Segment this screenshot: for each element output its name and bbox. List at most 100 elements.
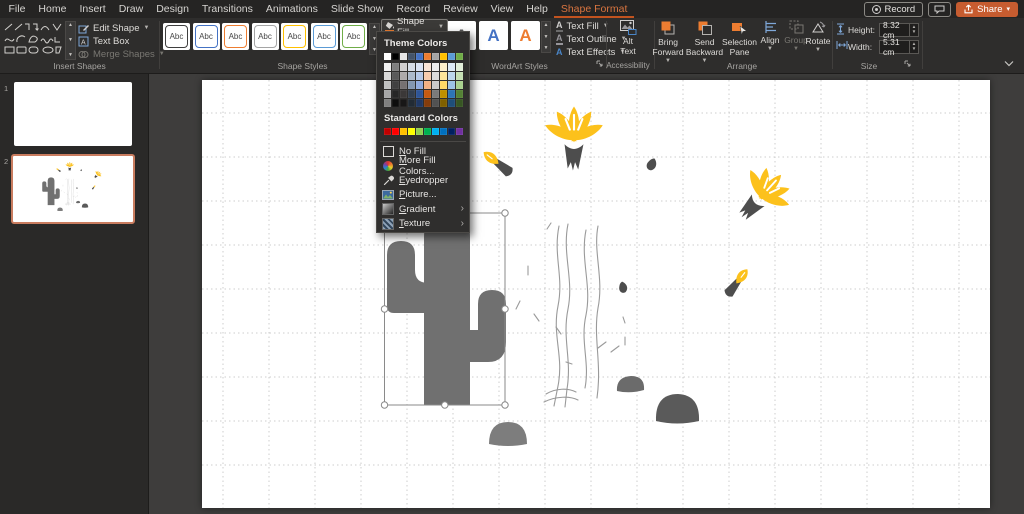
theme-tint-swatch[interactable]	[416, 99, 423, 107]
slide-thumbnail-2-selected[interactable]	[11, 154, 135, 224]
menu-tab-shape-format[interactable]: Shape Format	[554, 0, 634, 18]
merge-shapes-button[interactable]: Merge Shapes▼	[78, 48, 165, 60]
alt-text-button[interactable]: Alt Text	[610, 20, 646, 57]
theme-tint-swatch[interactable]	[392, 90, 399, 98]
menu-tab-record[interactable]: Record	[390, 0, 437, 18]
standard-color-swatch[interactable]	[448, 128, 455, 135]
align-button[interactable]: Align▼	[757, 20, 783, 53]
comments-button[interactable]	[928, 2, 951, 17]
height-stepper[interactable]: ▲▼	[909, 24, 918, 36]
theme-tint-swatch[interactable]	[448, 90, 455, 98]
theme-tint-swatch[interactable]	[392, 63, 399, 71]
theme-tint-swatch[interactable]	[456, 63, 463, 71]
shape-style-preview[interactable]: Abc	[311, 23, 338, 50]
wordart-style-preview[interactable]: A	[511, 21, 540, 50]
menu-tab-design[interactable]: Design	[150, 0, 196, 18]
collapse-ribbon-icon[interactable]	[1003, 60, 1015, 67]
theme-tint-swatch[interactable]	[432, 63, 439, 71]
selection-handle[interactable]	[381, 306, 387, 312]
theme-color-swatch[interactable]	[432, 53, 439, 60]
menu-tab-draw[interactable]: Draw	[112, 0, 150, 18]
menu-tab-animations[interactable]: Animations	[259, 0, 324, 18]
standard-color-swatch[interactable]	[456, 128, 463, 135]
theme-color-swatch[interactable]	[456, 53, 463, 60]
edit-shape-button[interactable]: Edit Shape▼	[78, 22, 149, 34]
standard-color-swatch[interactable]	[408, 128, 415, 135]
theme-tint-swatch[interactable]	[408, 90, 415, 98]
theme-color-swatch[interactable]	[392, 53, 399, 60]
standard-color-swatch[interactable]	[392, 128, 399, 135]
theme-tint-swatch[interactable]	[440, 72, 447, 80]
rotate-button[interactable]: Rotate▼	[806, 20, 830, 54]
standard-color-swatch[interactable]	[384, 128, 391, 135]
theme-tint-swatch[interactable]	[400, 72, 407, 80]
theme-tint-swatch[interactable]	[384, 72, 391, 80]
menu-tab-transitions[interactable]: Transitions	[195, 0, 259, 18]
theme-tint-swatch[interactable]	[432, 99, 439, 107]
theme-tint-swatch[interactable]	[400, 81, 407, 89]
theme-color-swatch[interactable]	[400, 53, 407, 60]
selection-handle[interactable]	[442, 402, 448, 408]
shape-style-preview[interactable]: Abc	[252, 23, 279, 50]
theme-color-swatch[interactable]	[416, 53, 423, 60]
theme-tint-swatch[interactable]	[424, 99, 431, 107]
theme-tint-swatch[interactable]	[384, 90, 391, 98]
theme-tint-swatch[interactable]	[408, 63, 415, 71]
theme-color-swatch[interactable]	[384, 53, 391, 60]
theme-tint-swatch[interactable]	[384, 63, 391, 71]
selection-handle[interactable]	[381, 402, 387, 408]
theme-tint-swatch[interactable]	[384, 81, 391, 89]
theme-color-swatch[interactable]	[448, 53, 455, 60]
theme-tint-swatch[interactable]	[416, 90, 423, 98]
menu-tab-help[interactable]: Help	[520, 0, 555, 18]
standard-color-swatch[interactable]	[424, 128, 431, 135]
shape-gallery-scrollbar[interactable]: ▲▼▼	[65, 21, 76, 60]
standard-color-swatch[interactable]	[416, 128, 423, 135]
theme-tint-swatch[interactable]	[400, 90, 407, 98]
menu-tab-insert[interactable]: Insert	[73, 0, 112, 18]
theme-tint-swatch[interactable]	[392, 99, 399, 107]
theme-tint-swatch[interactable]	[408, 72, 415, 80]
theme-tint-swatch[interactable]	[424, 63, 431, 71]
width-stepper[interactable]: ▲▼	[909, 41, 918, 53]
shape-style-preview[interactable]: Abc	[193, 23, 220, 50]
width-input[interactable]: 5.31 cm ▲▼	[879, 40, 919, 54]
shape-gallery[interactable]	[3, 21, 63, 56]
record-button[interactable]: Record	[864, 2, 924, 17]
selection-handle[interactable]	[502, 306, 508, 312]
shape-style-preview[interactable]: Abc	[222, 23, 249, 50]
theme-tint-swatch[interactable]	[400, 63, 407, 71]
text-fill-button[interactable]: A Text Fill▼	[556, 20, 609, 32]
height-input[interactable]: 8.32 cm ▲▼	[879, 23, 919, 37]
theme-tint-swatch[interactable]	[432, 90, 439, 98]
theme-tint-swatch[interactable]	[448, 81, 455, 89]
menu-tab-view[interactable]: View	[484, 0, 520, 18]
theme-tint-swatch[interactable]	[456, 90, 463, 98]
theme-tint-swatch[interactable]	[440, 99, 447, 107]
theme-tint-swatch[interactable]	[456, 99, 463, 107]
wordart-scrollbar[interactable]: ▲▼▼	[541, 21, 551, 53]
selection-handle[interactable]	[502, 210, 508, 216]
theme-color-swatch[interactable]	[424, 53, 431, 60]
theme-tint-swatch[interactable]	[416, 81, 423, 89]
theme-tint-swatch[interactable]	[424, 72, 431, 80]
theme-tint-swatch[interactable]	[392, 72, 399, 80]
slide-canvas[interactable]	[202, 80, 990, 508]
theme-tint-swatch[interactable]	[456, 81, 463, 89]
share-button[interactable]: Share ▾	[956, 2, 1018, 17]
theme-tint-swatch[interactable]	[416, 72, 423, 80]
fill-menu-item-more-colors[interactable]: More Fill Colors...	[377, 159, 469, 174]
fill-menu-item-gradient[interactable]: Gradient›	[377, 202, 469, 217]
theme-tint-swatch[interactable]	[400, 99, 407, 107]
text-box-button[interactable]: A Text Box	[78, 35, 129, 47]
menu-tab-home[interactable]: Home	[32, 0, 73, 18]
fill-menu-item-texture[interactable]: Texture›	[377, 217, 469, 232]
slide-thumbnail-1[interactable]	[14, 82, 132, 146]
theme-tint-swatch[interactable]	[408, 81, 415, 89]
shape-style-preview[interactable]: Abc	[281, 23, 308, 50]
theme-tint-swatch[interactable]	[416, 63, 423, 71]
selection-pane-button[interactable]: Selection Pane	[723, 20, 756, 58]
menu-tab-review[interactable]: Review	[437, 0, 484, 18]
theme-tint-swatch[interactable]	[432, 72, 439, 80]
fill-menu-item-picture[interactable]: Picture...	[377, 188, 469, 203]
